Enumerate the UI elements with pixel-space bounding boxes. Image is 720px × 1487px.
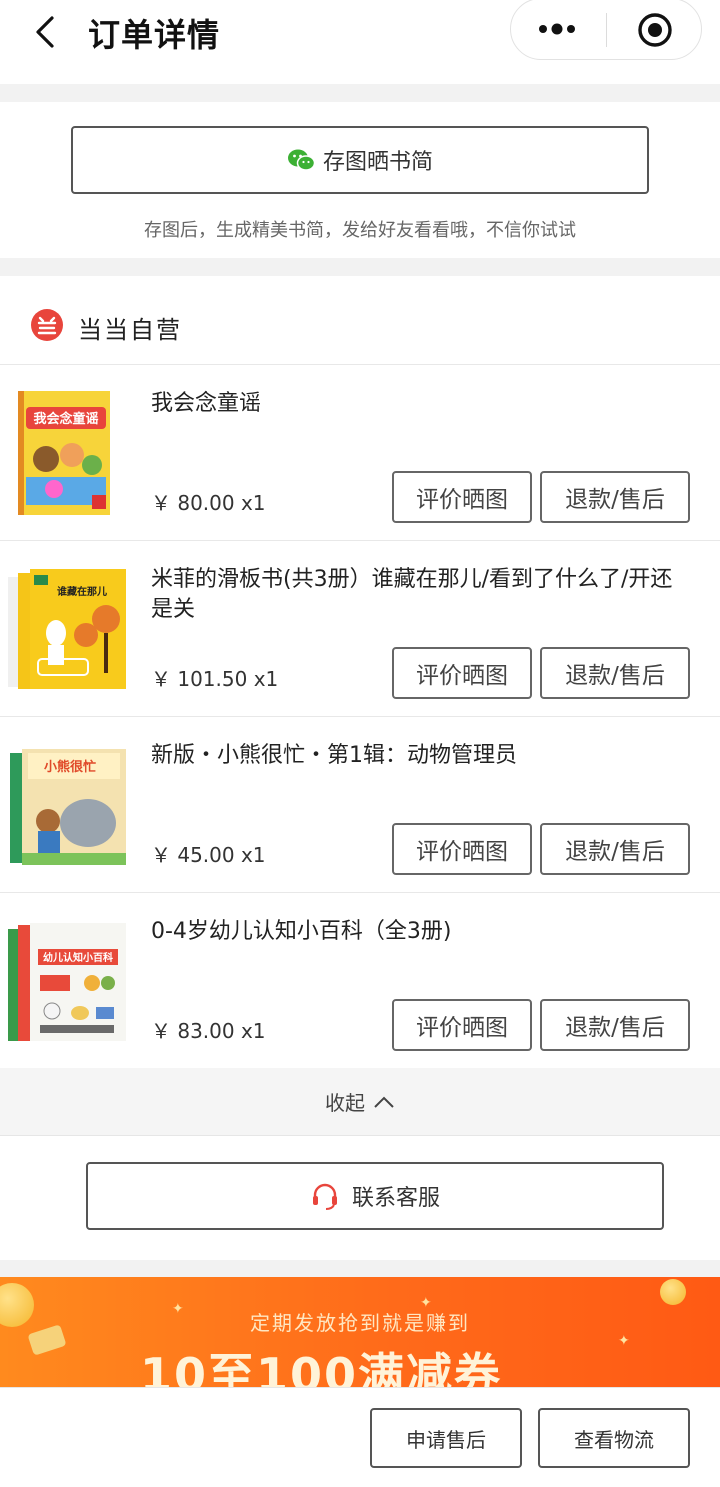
wechat-icon [287, 149, 315, 171]
capsule-divider [606, 13, 607, 47]
book-cover-image: 幼儿认知小百科 [8, 923, 126, 1041]
refund-button[interactable]: 退款/售后 [540, 647, 690, 699]
cover-title: 我会念童谣 [33, 411, 98, 427]
book-cover-image: 我会念童谣 [18, 391, 110, 515]
refund-button[interactable]: 退款/售后 [540, 471, 690, 523]
book-cover-image: 谁藏在那儿 [8, 569, 126, 689]
book-cover-image: 小熊很忙 [10, 749, 126, 865]
shop-name: 当当自营 [78, 316, 182, 344]
banner-headline: 10至100满减券 [140, 1348, 503, 1387]
dangdang-logo-icon [31, 309, 63, 341]
item-price: ￥ 45.00 x1 [151, 843, 266, 867]
close-target-icon[interactable] [635, 10, 675, 50]
order-shop-card: 当当自营 我会念童谣 我会念童谣 ￥ 80.00 x1 评价晒图 退款/售后 谁… [0, 276, 720, 1138]
refund-button[interactable]: 退款/售后 [540, 999, 690, 1051]
headset-icon [312, 1183, 337, 1210]
review-button[interactable]: 评价晒图 [392, 999, 532, 1051]
order-item[interactable]: 小熊很忙 新版・小熊很忙・第1辑：动物管理员 ￥ 45.00 x1 评价晒图 退… [0, 717, 720, 893]
item-title[interactable]: 新版・小熊很忙・第1辑：动物管理员 [151, 741, 691, 771]
share-section: 存图晒书简 存图后，生成精美书简，发给好友看看哦，不信你试试 [0, 102, 720, 258]
cover-title: 幼儿认知小百科 [43, 951, 113, 964]
collapse-toggle[interactable]: 收起 [0, 1068, 720, 1136]
banner-subtitle: 定期发放抢到就是赚到 [250, 1311, 470, 1335]
review-button[interactable]: 评价晒图 [392, 647, 532, 699]
share-hint-text: 存图后，生成精美书简，发给好友看看哦，不信你试试 [144, 220, 576, 241]
contact-service-label: 联系客服 [351, 1186, 440, 1211]
customer-service-section: 联系客服 [0, 1138, 720, 1260]
apply-after-sale-button[interactable]: 申请售后 [370, 1408, 522, 1468]
order-item[interactable]: 谁藏在那儿 米菲的滑板书(共3册）谁藏在那儿/看到了什么了/开还是关 ￥ 101… [0, 541, 720, 717]
coupon-banner[interactable]: ✦ ✦ ✦ 定期发放抢到就是赚到 10至100满减券 [0, 1277, 720, 1387]
refund-button[interactable]: 退款/售后 [540, 823, 690, 875]
contact-service-button[interactable]: 联系客服 [86, 1162, 664, 1230]
nav-header: 订单详情 [0, 0, 720, 84]
item-price: ￥ 80.00 x1 [151, 491, 266, 515]
share-bookcard-button[interactable]: 存图晒书简 [71, 126, 649, 194]
page-title: 订单详情 [88, 16, 221, 54]
item-price: ￥ 101.50 x1 [151, 667, 279, 691]
back-arrow-icon[interactable] [28, 12, 68, 52]
shop-header: 当当自营 [0, 276, 720, 365]
order-item[interactable]: 我会念童谣 我会念童谣 ￥ 80.00 x1 评价晒图 退款/售后 [0, 365, 720, 541]
item-title[interactable]: 米菲的滑板书(共3册）谁藏在那儿/看到了什么了/开还是关 [151, 565, 691, 625]
item-title[interactable]: 我会念童谣 [151, 389, 691, 419]
bottom-action-bar: 申请售后 查看物流 [0, 1387, 720, 1487]
mini-program-capsule [510, 0, 702, 60]
chevron-up-icon [374, 1096, 394, 1108]
order-item[interactable]: 幼儿认知小百科 0-4岁幼儿认知小百科（全3册) ￥ 83.00 x1 评价晒图… [0, 893, 720, 1069]
cover-title: 谁藏在那儿 [57, 585, 107, 598]
view-logistics-button[interactable]: 查看物流 [538, 1408, 690, 1468]
review-button[interactable]: 评价晒图 [392, 471, 532, 523]
collapse-label: 收起 [325, 1091, 365, 1115]
item-title[interactable]: 0-4岁幼儿认知小百科（全3册) [151, 917, 691, 947]
coin-decoration [660, 1279, 686, 1305]
item-price: ￥ 83.00 x1 [151, 1019, 266, 1043]
cover-title: 小熊很忙 [44, 759, 96, 775]
share-button-label: 存图晒书简 [322, 150, 433, 175]
more-dots-icon[interactable] [535, 17, 579, 41]
review-button[interactable]: 评价晒图 [392, 823, 532, 875]
